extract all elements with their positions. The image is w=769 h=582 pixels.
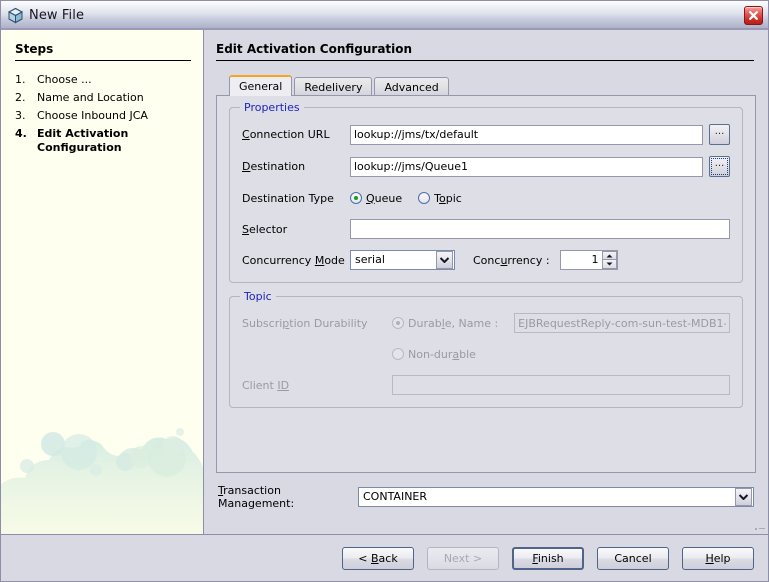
spinner-buttons — [601, 251, 617, 269]
cancel-button[interactable]: Cancel — [597, 546, 669, 570]
connection-url-row: Connection URL ... — [242, 124, 730, 145]
tab-strip: General Redelivery Advanced — [216, 75, 756, 96]
transaction-management-value: CONTAINER — [363, 490, 428, 503]
step-item-4: 4. Edit Activation Configuration — [15, 127, 191, 155]
tab-redelivery[interactable]: Redelivery — [294, 77, 373, 96]
steps-heading: Steps — [15, 42, 191, 61]
properties-group: Properties Connection URL ... Destinatio… — [229, 101, 743, 283]
non-durable-row: Non-durable — [242, 344, 730, 364]
button-label: Cancel — [614, 551, 652, 565]
radio-on-icon — [350, 192, 362, 204]
chevron-down-icon — [735, 488, 752, 506]
next-button: Next > — [427, 546, 499, 570]
tab-label: Advanced — [384, 81, 439, 94]
concurrency-mode-label: Concurrency Mode — [242, 253, 345, 267]
properties-group-title: Properties — [240, 101, 304, 114]
concurrency-mode-combo[interactable]: serial — [350, 250, 455, 270]
button-label: Next > — [443, 551, 483, 565]
concurrency-label: Concurrency : — [473, 253, 550, 267]
page-title: Edit Activation Configuration — [216, 42, 754, 61]
radio-label: Queue — [366, 191, 403, 205]
connection-url-browse-button[interactable]: ... — [709, 124, 730, 145]
non-durable-radio: Non-durable — [392, 348, 476, 361]
client-id-input — [392, 375, 730, 395]
step-label: Name and Location — [37, 91, 144, 104]
main-panel: Edit Activation Configuration General Re… — [204, 30, 768, 534]
radio-label: Durable, Name : — [408, 316, 499, 330]
client-id-row: Client ID — [242, 375, 730, 395]
tab-label: General — [239, 80, 283, 93]
transaction-management-row: Transaction Management: CONTAINER — [216, 484, 756, 510]
steps-panel: Steps 1. Choose ... 2. Name and Location… — [1, 30, 204, 534]
transaction-management-combo[interactable]: CONTAINER — [358, 487, 754, 507]
spinner-down-icon[interactable] — [601, 260, 617, 269]
destination-label: Destination — [242, 160, 306, 173]
tab-advanced[interactable]: Advanced — [374, 77, 449, 96]
button-label: < Back — [358, 551, 398, 565]
destination-type-queue-radio[interactable]: Queue — [350, 192, 402, 205]
destination-input[interactable] — [350, 156, 703, 177]
durable-name-input — [514, 313, 730, 333]
destination-row: Destination ... — [242, 156, 730, 177]
selector-input[interactable] — [350, 219, 730, 239]
dialog-body: Steps 1. Choose ... 2. Name and Location… — [1, 30, 768, 534]
transaction-management-label: Transaction Management: — [218, 484, 295, 510]
concurrency-spinner[interactable]: 1 — [559, 250, 618, 270]
tab-label: Redelivery — [304, 81, 363, 94]
step-item-2: 2. Name and Location — [15, 91, 191, 105]
radio-off-icon — [392, 348, 404, 360]
step-number: 1. — [15, 73, 26, 86]
new-file-dialog: New File Steps 1. Choose ... 2. Name and… — [0, 0, 769, 582]
radio-label: Topic — [434, 191, 462, 205]
spinner-up-icon[interactable] — [601, 251, 617, 260]
subscription-durability-label: Subscription Durability — [242, 316, 368, 330]
step-number: 4. — [15, 127, 27, 140]
destination-type-topic-radio[interactable]: Topic — [418, 192, 462, 205]
step-number: 2. — [15, 91, 26, 104]
selector-label: Selector — [242, 222, 288, 236]
step-label: Edit Activation Configuration — [37, 127, 129, 154]
destination-type-row: Destination Type Queue Topic — [242, 188, 730, 208]
cube-icon — [7, 7, 24, 24]
chevron-down-icon — [436, 251, 453, 269]
topic-group-title: Topic — [240, 290, 276, 303]
selector-row: Selector — [242, 219, 730, 239]
step-item-1: 1. Choose ... — [15, 73, 191, 87]
button-label: Help — [705, 551, 731, 565]
destination-type-label: Destination Type — [242, 191, 334, 205]
window-title: New File — [29, 7, 85, 23]
decorative-bubbles-graphic — [1, 404, 203, 534]
durable-radio: Durable, Name : — [392, 317, 498, 330]
finish-button[interactable]: Finish — [512, 546, 584, 570]
title-bar: New File — [1, 1, 768, 30]
tab-panel-general: Properties Connection URL ... Destinatio… — [216, 95, 756, 473]
connection-url-input[interactable] — [350, 124, 703, 145]
subscription-durability-row: Subscription Durability Durable, Name : — [242, 313, 730, 333]
concurrency-mode-value: serial — [355, 253, 385, 266]
close-button[interactable] — [741, 4, 765, 26]
help-button[interactable]: Help — [682, 546, 754, 570]
concurrency-row: Concurrency Mode serial Concurrency : 1 — [242, 250, 730, 270]
resize-grip[interactable] — [754, 522, 766, 532]
ellipsis-icon: ... — [714, 158, 725, 169]
button-bar: < Back Next > Finish Cancel Help — [1, 534, 768, 581]
step-label: Choose ... — [37, 73, 92, 86]
radio-label: Non-durable — [408, 347, 476, 361]
step-label: Choose Inbound JCA — [37, 109, 148, 122]
destination-browse-button[interactable]: ... — [709, 156, 730, 177]
titlebar-divider — [1, 28, 768, 29]
radio-off-icon — [418, 192, 431, 204]
back-button[interactable]: < Back — [342, 546, 414, 570]
radio-on-icon — [392, 317, 404, 329]
ellipsis-icon: ... — [714, 126, 725, 137]
connection-url-label: Connection URL — [242, 128, 330, 141]
button-label: Finish — [532, 551, 564, 565]
step-item-3: 3. Choose Inbound JCA — [15, 109, 191, 123]
concurrency-value: 1 — [591, 253, 599, 266]
topic-group: Topic Subscription Durability Durable, N… — [229, 290, 743, 408]
client-id-label: Client ID — [242, 378, 290, 392]
close-icon — [743, 5, 763, 25]
tab-general[interactable]: General — [229, 75, 293, 96]
step-number: 3. — [15, 109, 26, 122]
